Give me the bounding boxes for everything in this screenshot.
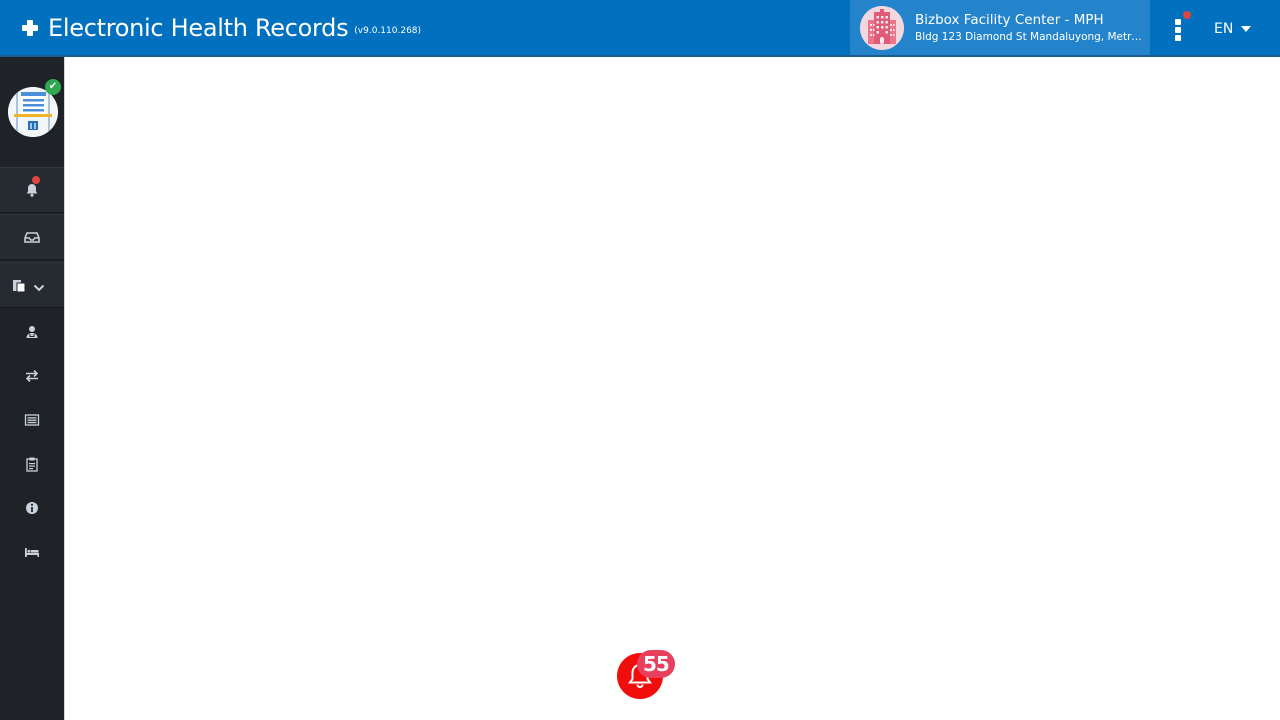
main-content (65, 57, 1280, 720)
sidebar-item-list[interactable] (0, 398, 64, 442)
more-options-button[interactable] (1168, 10, 1191, 46)
sidebar-item-clipboard[interactable] (0, 442, 64, 486)
app-title: Electronic Health Records (48, 14, 349, 42)
inbox-icon (24, 229, 40, 245)
info-icon (24, 500, 40, 516)
facility-info: Bizbox Facility Center - MPH Bldg 123 Di… (915, 12, 1147, 43)
alert-dot (32, 176, 40, 184)
facility-address: Bldg 123 Diamond St Mandaluyong, Metro M… (915, 31, 1147, 43)
clipboard-icon (24, 456, 40, 472)
more-dot-icon (1175, 19, 1181, 25)
more-dot-icon (1175, 35, 1181, 41)
sidebar-item-bed[interactable] (0, 530, 64, 574)
caret-down-icon (1241, 26, 1252, 32)
bed-icon (24, 544, 40, 560)
sidebar-item-doctor[interactable] (0, 310, 64, 354)
app-brand[interactable]: Electronic Health Records (v9.0.110.268) (22, 12, 421, 44)
facility-name: Bizbox Facility Center - MPH (915, 12, 1104, 28)
medical-cross-icon (22, 20, 38, 36)
sidebar-item-transfer[interactable] (0, 354, 64, 398)
bell-icon (24, 176, 40, 198)
doctor-icon (24, 324, 40, 340)
sidebar-item-documents[interactable] (0, 262, 64, 308)
sidebar-item-info[interactable] (0, 486, 64, 530)
sidebar: ✔ (0, 57, 65, 720)
more-dot-icon (1175, 27, 1181, 33)
chevron-down-icon (33, 279, 45, 292)
facility-selector[interactable]: Bizbox Facility Center - MPH Bldg 123 Di… (850, 0, 1150, 55)
sidebar-item-inbox[interactable] (0, 214, 64, 260)
notification-count-badge: 55 (637, 650, 675, 678)
language-label: EN (1214, 21, 1234, 37)
verified-check-icon: ✔ (45, 79, 61, 95)
app-version: (v9.0.110.268) (354, 26, 422, 36)
top-header: Electronic Health Records (v9.0.110.268) (0, 0, 1280, 57)
alert-dot (1183, 11, 1191, 19)
documents-icon (11, 277, 27, 293)
sidebar-item-notifications[interactable] (0, 167, 64, 213)
language-selector[interactable]: EN (1214, 18, 1252, 40)
list-icon (24, 412, 40, 428)
transfer-icon (24, 368, 40, 384)
hospital-building-icon (860, 5, 904, 50)
